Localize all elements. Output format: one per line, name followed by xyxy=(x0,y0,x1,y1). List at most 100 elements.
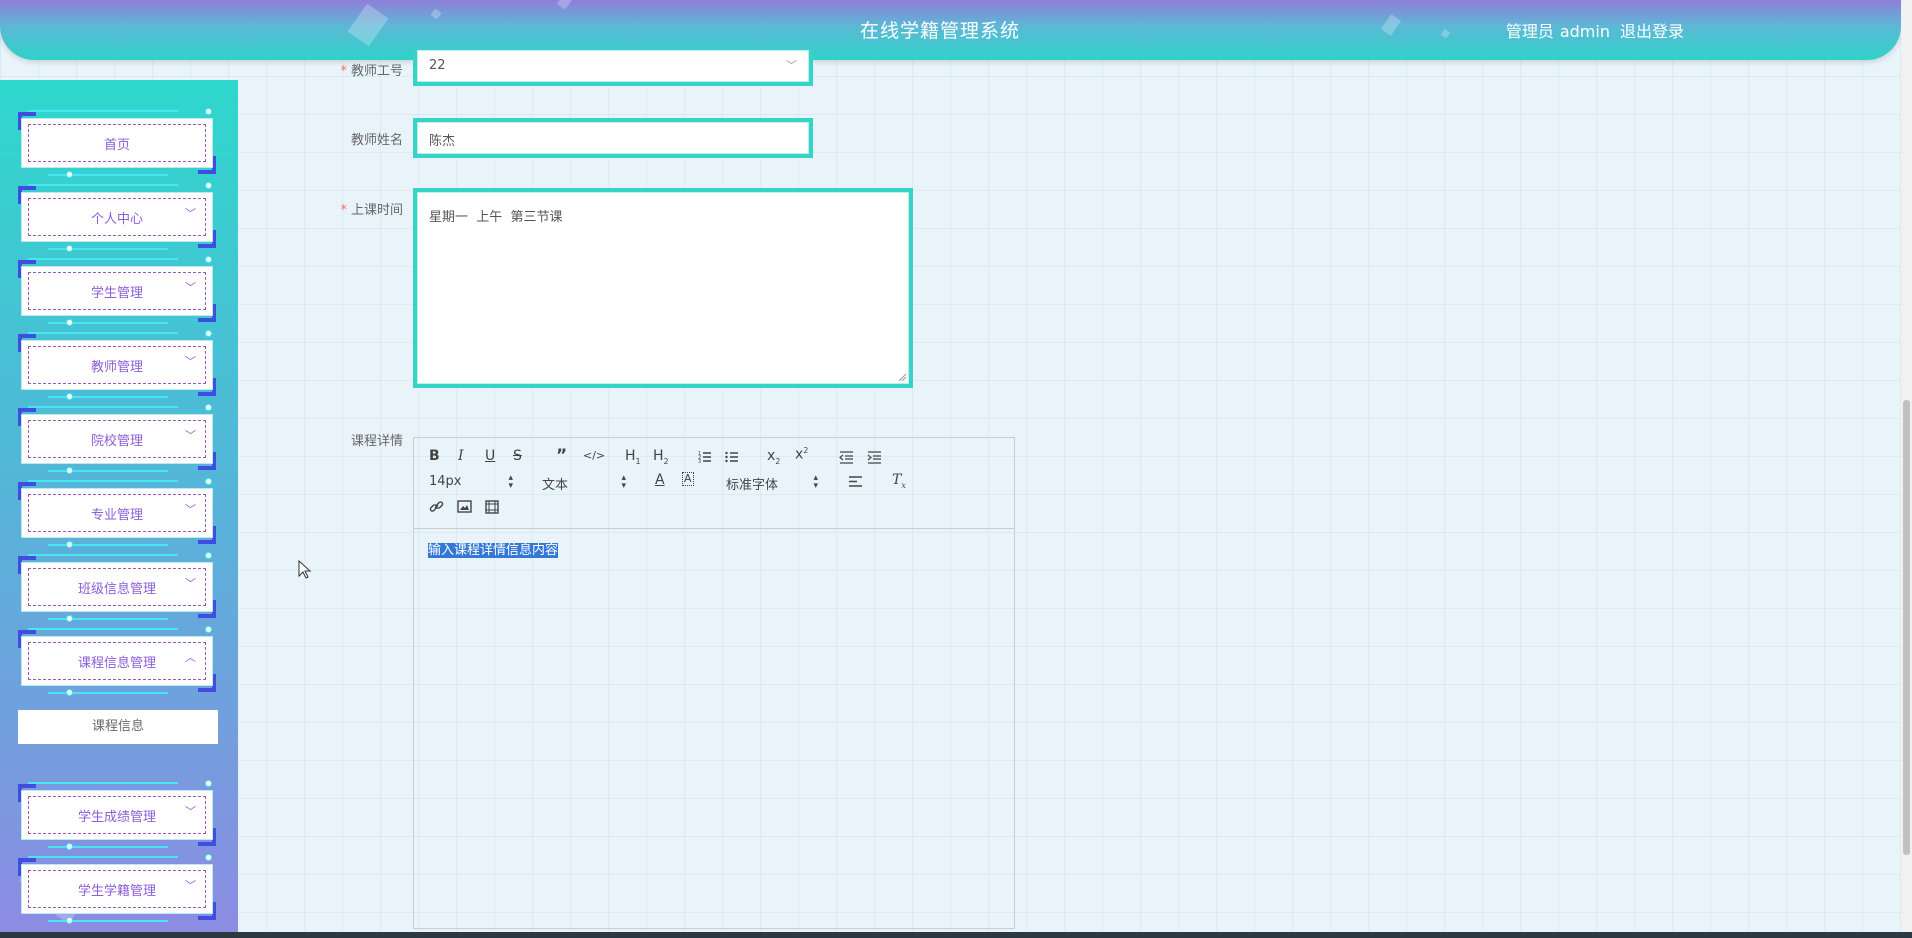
sidebar-item[interactable]: 个人中心 ﹀ xyxy=(18,182,216,252)
sidebar-item[interactable]: 首页 xyxy=(18,108,216,178)
ordered-list-icon[interactable]: 123 xyxy=(698,450,712,464)
sidebar-item-label: 首页 xyxy=(103,138,130,153)
logout-link[interactable]: 退出登录 xyxy=(1620,22,1684,41)
outdent-icon[interactable] xyxy=(839,450,854,464)
editor-placeholder-text: 输入课程详情信息内容 xyxy=(428,543,559,558)
font-size-select[interactable]: 14px ▴ ▾ xyxy=(429,473,513,491)
resize-handle-icon[interactable] xyxy=(897,372,907,382)
chevron-down-icon: ﹀ xyxy=(185,355,196,368)
dot-decor xyxy=(66,843,73,850)
required-mark: * xyxy=(340,64,347,79)
indent-icon[interactable] xyxy=(867,450,882,464)
dot-decor xyxy=(66,467,73,474)
dot-decor xyxy=(66,319,73,326)
decor-shape xyxy=(556,0,574,10)
required-mark: * xyxy=(340,203,347,218)
username: admin xyxy=(1559,22,1610,41)
class-time-value: 星期一 上午 第三节课 xyxy=(429,210,563,225)
dot-decor xyxy=(205,552,212,559)
sidebar-item[interactable]: 教师管理 ﹀ xyxy=(18,330,216,400)
image-icon[interactable] xyxy=(457,500,472,513)
line-decor xyxy=(28,332,178,334)
video-icon[interactable] xyxy=(485,500,499,514)
dot-decor xyxy=(66,541,73,548)
line-decor xyxy=(28,184,178,186)
line-decor xyxy=(28,110,178,112)
teacher-name-input[interactable]: 陈杰 xyxy=(413,118,813,158)
teacher-id-select[interactable]: 22 ﹀ xyxy=(413,50,813,86)
underline-icon[interactable]: U xyxy=(485,448,495,464)
font-size-value: 14px xyxy=(429,474,462,489)
align-icon[interactable] xyxy=(848,475,863,489)
user-box: 管理员 admin 退出登录 xyxy=(1500,18,1684,42)
dot-decor xyxy=(205,404,212,411)
scrollbar-thumb[interactable] xyxy=(1903,400,1910,855)
superscript-icon[interactable]: x2 xyxy=(795,446,808,463)
subscript-icon[interactable]: x2 xyxy=(767,448,780,466)
dot-decor xyxy=(66,615,73,622)
chevron-down-icon: ﹀ xyxy=(185,207,196,220)
block-type-value: 文本 xyxy=(542,478,569,493)
sidebar-item[interactable]: 课程信息管理 ︿ xyxy=(18,626,216,696)
updown-icon: ▴ ▾ xyxy=(813,473,818,491)
dot-decor xyxy=(66,689,73,696)
background-color-icon[interactable]: A xyxy=(682,472,694,486)
class-time-label-text: 上课时间 xyxy=(350,203,403,218)
top-header: 在线学籍管理系统 管理员 admin 退出登录 xyxy=(0,0,1901,60)
line-decor xyxy=(28,258,178,260)
italic-icon[interactable]: I xyxy=(458,448,464,464)
heading1-icon[interactable]: H1 xyxy=(625,448,641,466)
sidebar-item[interactable]: 院校管理 ﹀ xyxy=(18,404,216,474)
line-decor xyxy=(28,856,178,858)
sidebar-item[interactable]: 学生学籍管理 ﹀ xyxy=(18,854,216,924)
editor-content[interactable]: 输入课程详情信息内容 xyxy=(428,539,559,558)
font-family-select[interactable]: 标准字体 ▴ ▾ xyxy=(726,473,818,494)
dot-decor xyxy=(205,330,212,337)
chevron-down-icon: ﹀ xyxy=(185,879,196,892)
dot-decor xyxy=(205,780,212,787)
chevron-down-icon: ﹀ xyxy=(185,503,196,516)
teacher-id-value: 22 xyxy=(429,58,446,73)
sidebar-item[interactable]: 学生管理 ﹀ xyxy=(18,256,216,326)
dot-decor xyxy=(205,108,212,115)
chevron-down-icon: ﹀ xyxy=(185,429,196,442)
sidebar-item[interactable]: 学生成绩管理 ﹀ xyxy=(18,780,216,850)
sidebar-subitem-course-info[interactable]: 课程信息 xyxy=(18,710,218,744)
teacher-id-label-text: 教师工号 xyxy=(350,64,403,79)
dot-decor xyxy=(205,182,212,189)
svg-text:3: 3 xyxy=(698,459,701,464)
updown-icon: ▴ ▾ xyxy=(621,473,626,491)
dot-decor xyxy=(205,854,212,861)
code-block-icon[interactable]: </> xyxy=(583,449,605,462)
chevron-down-icon: ﹀ xyxy=(185,805,196,818)
dot-decor xyxy=(66,393,73,400)
mouse-cursor-icon xyxy=(298,560,312,579)
dot-decor xyxy=(205,256,212,263)
clear-format-icon[interactable]: Tx xyxy=(892,472,906,490)
sidebar-item[interactable]: 专业管理 ﹀ xyxy=(18,478,216,548)
dot-decor xyxy=(66,917,73,924)
strikethrough-icon[interactable]: S xyxy=(513,448,522,464)
link-icon[interactable] xyxy=(429,499,444,514)
class-time-label: * 上课时间 xyxy=(243,199,403,218)
font-color-icon[interactable]: A xyxy=(655,472,665,488)
course-detail-label: 课程详情 xyxy=(350,434,403,449)
blockquote-icon[interactable]: ” xyxy=(556,446,567,466)
bold-icon[interactable]: B xyxy=(429,448,440,464)
rich-text-editor: B I U S ” </> H1 H2 123 x2 x2 14px ▴ ▾ 文本 ▴… xyxy=(413,437,1015,929)
class-time-textarea[interactable]: 星期一 上午 第三节课 xyxy=(413,188,913,388)
dot-decor xyxy=(66,171,73,178)
font-family-value: 标准字体 xyxy=(726,478,779,493)
heading2-icon[interactable]: H2 xyxy=(653,448,669,466)
chevron-down-icon: ﹀ xyxy=(786,59,797,72)
updown-icon: ▴ ▾ xyxy=(508,473,513,491)
block-type-select[interactable]: 文本 ▴ ▾ xyxy=(542,473,626,494)
teacher-name-label: 教师姓名 xyxy=(350,133,403,148)
user-role: 管理员 xyxy=(1505,22,1554,41)
bullet-list-icon[interactable] xyxy=(725,450,739,464)
line-decor xyxy=(28,628,178,630)
line-decor xyxy=(28,554,178,556)
sidebar-item[interactable]: 班级信息管理 ﹀ xyxy=(18,552,216,622)
line-decor xyxy=(28,406,178,408)
dot-decor xyxy=(66,245,73,252)
